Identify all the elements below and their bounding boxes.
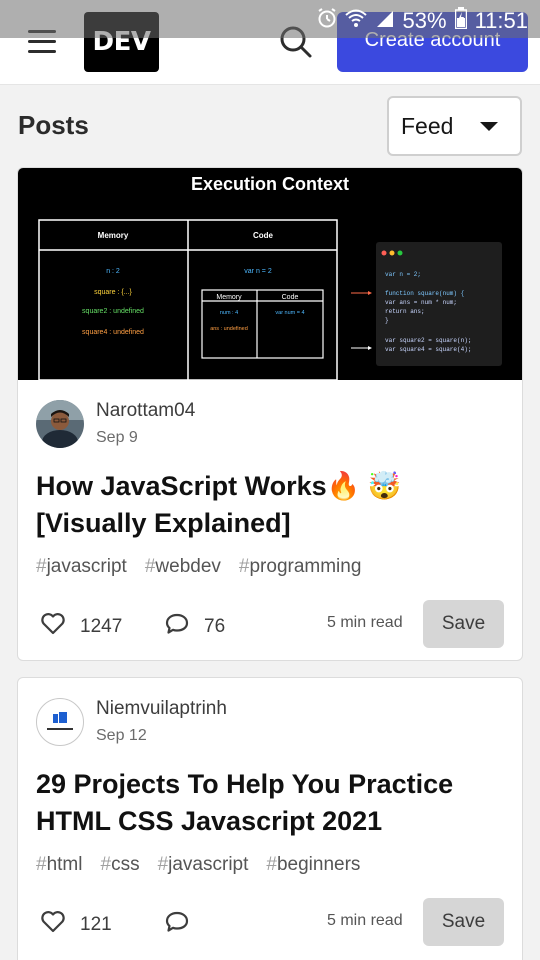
post-footer: 1247 76 5 min read Save <box>18 600 522 648</box>
read-time: 5 min read <box>327 912 403 929</box>
svg-text:ans : undefined: ans : undefined <box>210 326 248 332</box>
tag-list: #html #css #javascript #beginners <box>36 854 360 876</box>
svg-text:Memory: Memory <box>98 231 129 240</box>
svg-text:var n = 2: var n = 2 <box>244 268 272 275</box>
svg-text:Memory: Memory <box>216 294 242 301</box>
svg-text:}: } <box>385 317 389 324</box>
feed-select[interactable]: Feed <box>387 96 522 156</box>
comments-button[interactable] <box>164 910 204 940</box>
svg-text:var num = 4: var num = 4 <box>275 310 304 316</box>
comments-button[interactable]: 76 <box>164 612 225 642</box>
tag-webdev[interactable]: #webdev <box>145 556 221 578</box>
tag-css[interactable]: #css <box>100 854 139 876</box>
post-date: Sep 12 <box>96 727 147 744</box>
tag-beginners[interactable]: #beginners <box>266 854 360 876</box>
reactions-count: 1247 <box>80 616 123 637</box>
wifi-icon <box>344 8 367 34</box>
svg-text:return ans;: return ans; <box>385 308 425 315</box>
battery-percent: 53% <box>402 8 447 33</box>
heart-icon <box>40 612 66 642</box>
tag-programming[interactable]: #programming <box>239 556 362 578</box>
author-name[interactable]: Niemvuilaptrinh <box>96 698 227 720</box>
post-title[interactable]: 29 Projects To Help You Practice HTML CS… <box>36 766 506 840</box>
battery-icon <box>454 7 467 35</box>
author-avatar[interactable] <box>36 698 84 746</box>
svg-text:num : 4: num : 4 <box>220 310 238 316</box>
alarm-icon <box>317 7 337 35</box>
execution-context-diagram: Memory Code n : 2 square : {...} square2… <box>38 219 502 380</box>
svg-text:function square(num) {: function square(num) { <box>385 290 465 297</box>
comment-icon <box>164 612 190 642</box>
post-date: Sep 9 <box>96 429 138 446</box>
tag-list: #javascript #webdev #programming <box>36 556 361 578</box>
author-name[interactable]: Narottam04 <box>96 400 195 422</box>
feed-select-value: Feed <box>401 112 454 139</box>
cover-image[interactable]: Execution Context Memory Code n : 2 squa… <box>18 168 522 380</box>
comment-icon <box>164 910 190 940</box>
posts-heading: Posts <box>18 110 89 140</box>
tag-javascript[interactable]: #javascript <box>158 854 249 876</box>
svg-text:var square2 = square(n);: var square2 = square(n); <box>385 337 471 344</box>
svg-text:square4 : undefined: square4 : undefined <box>82 329 144 336</box>
svg-text:square2 : undefined: square2 : undefined <box>82 308 144 315</box>
dropdown-arrow-icon <box>480 122 498 131</box>
save-button[interactable]: Save <box>423 600 504 648</box>
post-title[interactable]: How JavaScript Works🔥 🤯 [Visually Explai… <box>36 468 506 542</box>
svg-text:Code: Code <box>282 294 299 301</box>
status-bar: 53% 11:51 <box>0 0 540 38</box>
author-avatar[interactable] <box>36 400 84 448</box>
comments-count: 76 <box>204 616 226 637</box>
tag-javascript[interactable]: #javascript <box>36 556 127 578</box>
post-card[interactable]: Niemvuilaptrinh Sep 12 29 Projects To He… <box>17 677 523 960</box>
tag-html[interactable]: #html <box>36 854 82 876</box>
svg-text:var ans = num * num;: var ans = num * num; <box>385 299 457 306</box>
reactions-count: 121 <box>80 914 112 935</box>
heart-icon <box>40 910 66 940</box>
svg-text:Code: Code <box>253 231 274 240</box>
signal-icon <box>375 8 395 34</box>
post-footer: 121 5 min read Save <box>18 898 522 946</box>
read-time: 5 min read <box>327 614 403 631</box>
svg-text:var n = 2;: var n = 2; <box>385 271 421 278</box>
post-card[interactable]: Execution Context Memory Code n : 2 squa… <box>17 167 523 661</box>
svg-text:var square4 = square(4);: var square4 = square(4); <box>385 346 471 353</box>
clock: 11:51 <box>474 8 528 33</box>
svg-text:square : {...}: square : {...} <box>94 289 132 296</box>
svg-text:n : 2: n : 2 <box>106 268 120 275</box>
reactions-button[interactable]: 1247 <box>40 612 122 642</box>
save-button[interactable]: Save <box>423 898 504 946</box>
reactions-button[interactable]: 121 <box>40 910 112 940</box>
